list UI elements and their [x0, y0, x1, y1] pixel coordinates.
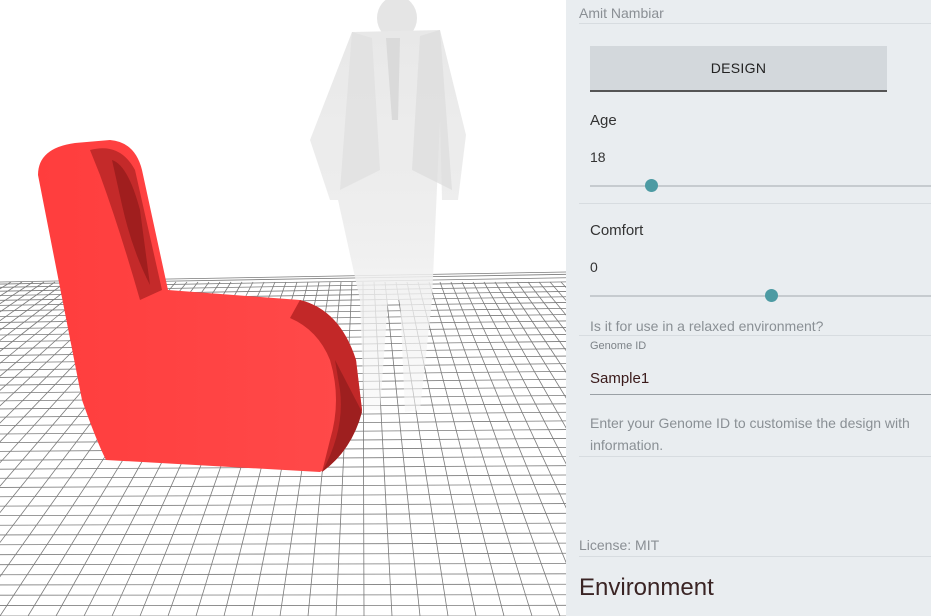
genome-id-hint: Enter your Genome ID to customise the de…: [590, 415, 910, 453]
grid-line: [0, 552, 566, 556]
grid-line: [461, 281, 566, 509]
age-slider-thumb[interactable]: [645, 179, 658, 192]
divider: [579, 335, 931, 336]
grid-line: [417, 281, 505, 616]
grid-line: [439, 281, 561, 616]
grid-line: [0, 281, 12, 290]
comfort-slider-thumb[interactable]: [765, 289, 778, 302]
design-button[interactable]: DESIGN: [590, 46, 887, 92]
3d-viewport[interactable]: [0, 0, 566, 616]
grid-line: [0, 512, 566, 517]
comfort-slider-track[interactable]: [590, 295, 931, 297]
grid-line: [483, 281, 566, 429]
genome-id-input[interactable]: [590, 362, 931, 395]
grid-line: [0, 474, 566, 479]
author-name: Amit Nambiar: [579, 5, 664, 21]
grid-line: [527, 281, 566, 333]
grid-line: [0, 281, 34, 305]
grid-line: [0, 493, 566, 498]
age-value: 18: [590, 149, 606, 165]
design-panel: Amit Nambiar DESIGN Age 18 Comfort 0 Is …: [566, 0, 931, 616]
age-label: Age: [590, 112, 617, 129]
divider: [579, 23, 931, 24]
genome-id-label: Genome ID: [590, 340, 647, 352]
divider: [579, 456, 931, 457]
grid-line: [0, 542, 566, 546]
scene-canvas: [0, 0, 566, 616]
divider: [579, 556, 931, 557]
environment-heading: Environment: [579, 574, 714, 601]
grid-line: [0, 522, 566, 526]
chair-model: [38, 140, 362, 472]
grid-line: [428, 281, 533, 616]
grid-line: [450, 281, 566, 564]
grid-line: [505, 281, 566, 373]
divider: [579, 203, 931, 204]
grid-line: [0, 532, 566, 536]
comfort-hint: Is it for use in a relaxed environment?: [590, 318, 824, 334]
grid-line: [494, 281, 566, 399]
grid-line: [0, 573, 566, 576]
age-slider-track[interactable]: [590, 185, 931, 187]
license-text: License: MIT: [579, 537, 660, 553]
grid-line: [0, 281, 56, 322]
comfort-value: 0: [590, 259, 598, 275]
grid-line: [0, 503, 566, 507]
grid-line: [0, 583, 566, 586]
comfort-label: Comfort: [590, 222, 644, 239]
